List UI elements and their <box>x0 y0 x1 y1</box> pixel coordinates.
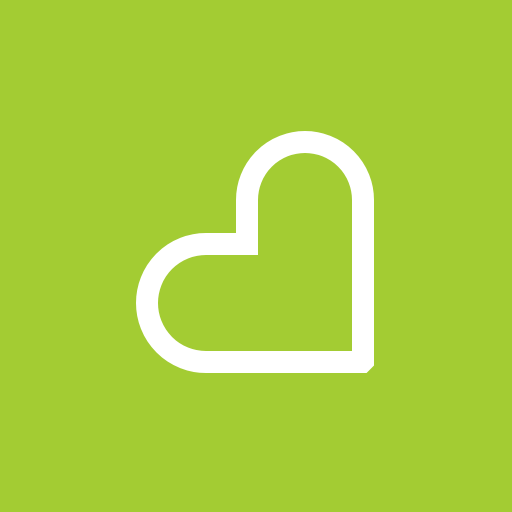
app-icon <box>0 0 512 512</box>
app-icon-canvas <box>0 0 512 512</box>
icon-background <box>0 0 512 512</box>
